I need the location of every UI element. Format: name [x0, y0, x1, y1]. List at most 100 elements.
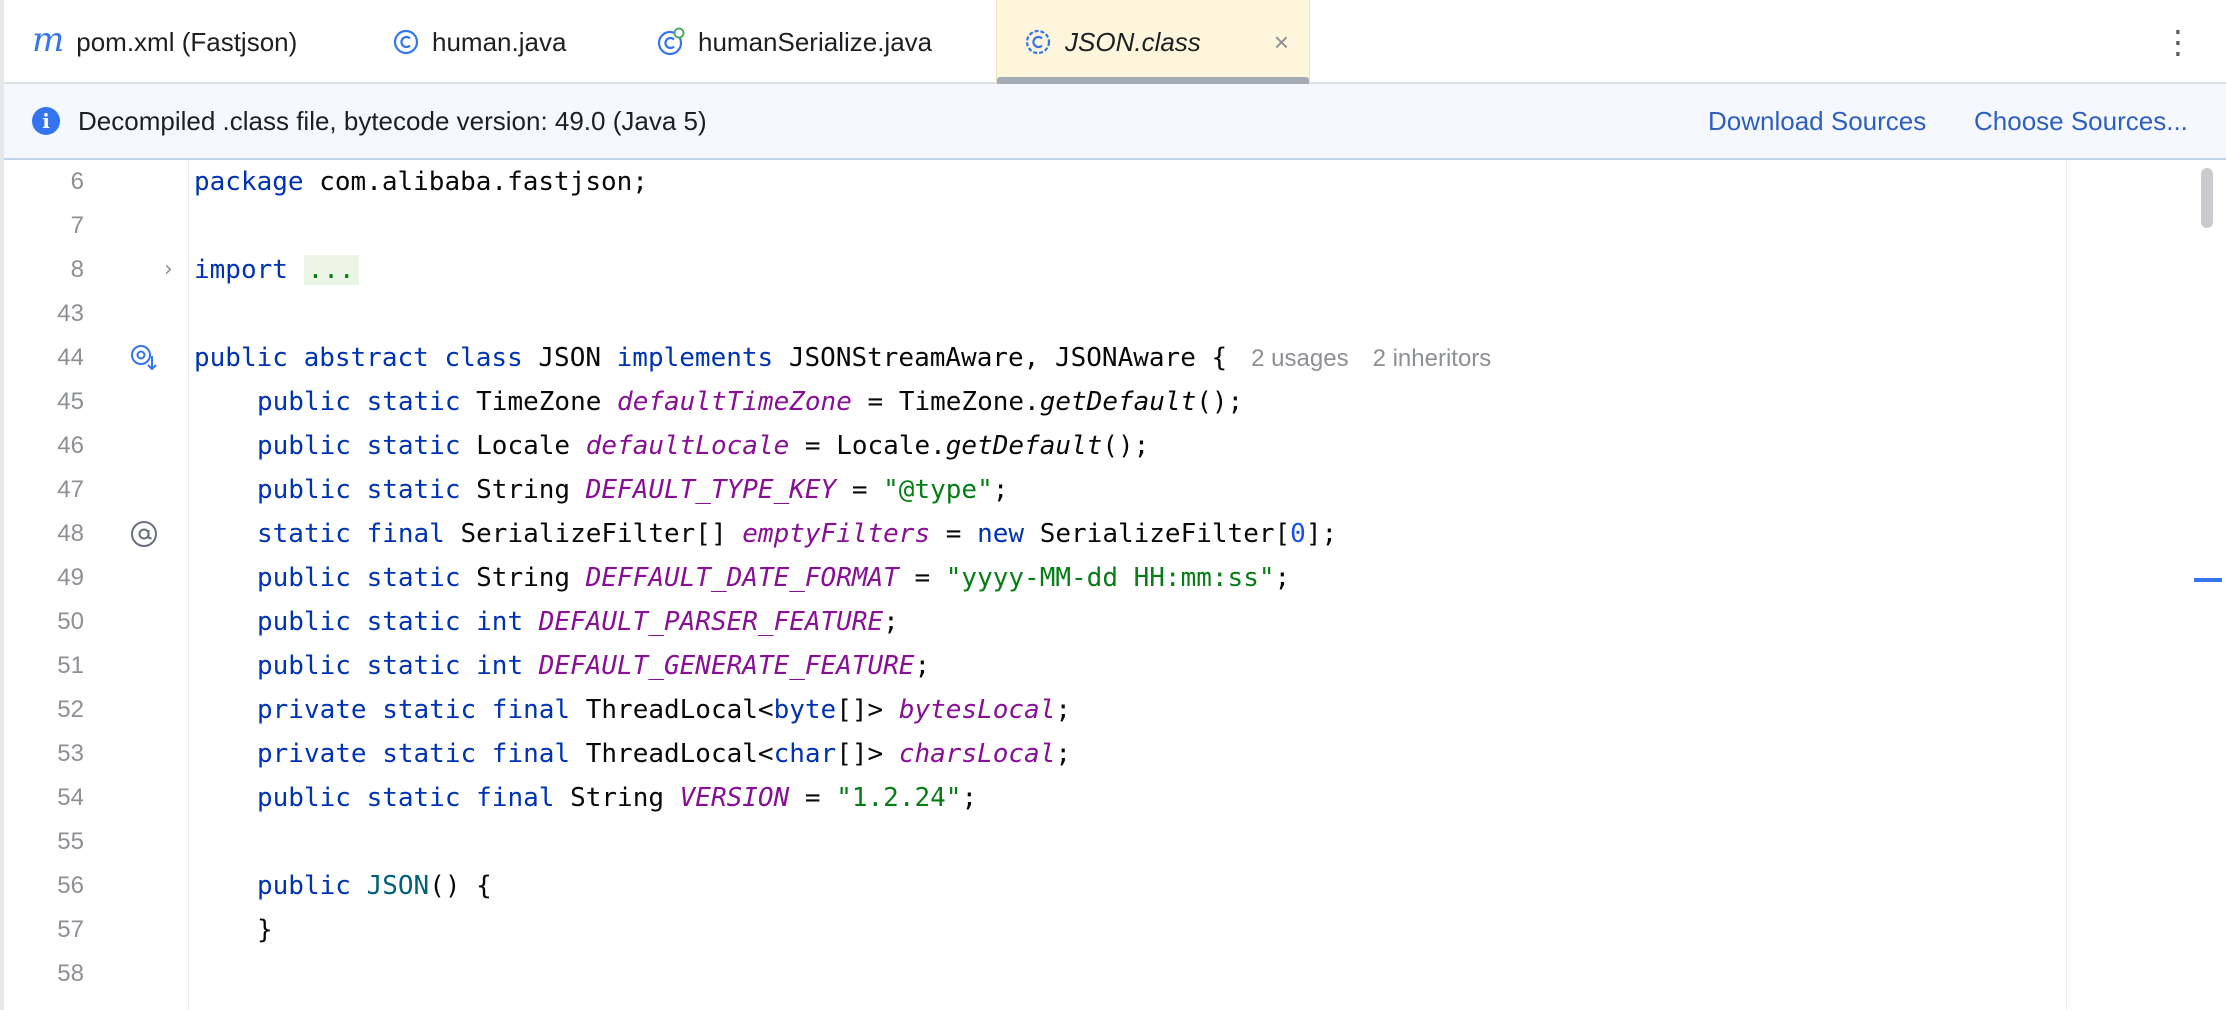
editor-window: m pom.xml (Fastjson) human.java humanSer… [0, 0, 2226, 1010]
field-name: DEFAULT_GENERATE_FEATURE [538, 651, 915, 681]
code-token: com.alibaba.fastjson; [303, 167, 648, 197]
usages-hint[interactable]: 2 usages [1251, 345, 1348, 372]
keyword: public static [257, 387, 461, 417]
line-number: 8 [70, 256, 84, 283]
banner-message: Decompiled .class file, bytecode version… [78, 105, 707, 136]
code-token: ; [1274, 563, 1291, 593]
code-token: JSONStreamAware, JSONAware { [773, 343, 1228, 373]
field-name: DEFFAULT_DATE_FORMAT [585, 563, 899, 593]
keyword: import [194, 255, 288, 285]
code-line: 50 public static int DEFAULT_PARSER_FEAT… [4, 600, 2066, 644]
code-token: () { [429, 871, 492, 901]
tab-label: humanSerialize.java [698, 26, 933, 57]
code-line: 44 public abstract class JSON implements… [4, 336, 2066, 380]
code-text: private static final ThreadLocal<byte[]>… [257, 688, 1071, 732]
code-token: (); [1196, 387, 1244, 417]
code-text: import ... [194, 248, 359, 292]
type: String [460, 563, 586, 593]
choose-sources-link[interactable]: Choose Sources... [1974, 106, 2188, 137]
keyword: package [194, 167, 304, 197]
method-name: getDefault [1039, 387, 1197, 417]
close-icon[interactable]: × [1274, 27, 1289, 58]
type: String [554, 783, 680, 813]
line-number: 53 [57, 740, 84, 767]
field-name: VERSION [679, 783, 790, 813]
class-c-decompiled-icon [1023, 27, 1053, 57]
maven-m-icon: m [32, 20, 65, 60]
line-number: 45 [57, 388, 84, 415]
folded-imports[interactable]: ... [303, 255, 359, 285]
code-token: = Locale. [789, 431, 946, 461]
code-line: 7 [4, 204, 2066, 248]
keyword: public static [257, 475, 461, 505]
tab-human-java[interactable]: human.java [392, 0, 566, 84]
line-number: 49 [57, 564, 84, 591]
keyword: byte [773, 695, 837, 725]
keyword: public static [257, 563, 461, 593]
code-text: public static TimeZone defaultTimeZone =… [257, 380, 1243, 424]
code-line: 56 public JSON() { [4, 864, 2066, 908]
code-text: public static final String VERSION = "1.… [257, 776, 977, 820]
implemented-down-icon[interactable] [128, 342, 160, 374]
keyword: private static final [257, 695, 571, 725]
code-line: 8 › import ... [4, 248, 2066, 292]
code-text: public static String DEFFAULT_DATE_FORMA… [257, 556, 1290, 600]
code-token: = [836, 475, 884, 505]
inheritors-hint[interactable]: 2 inheritors [1373, 345, 1492, 372]
code-line: 6 package com.alibaba.fastjson; [4, 160, 2066, 204]
type: TimeZone [460, 387, 618, 417]
line-number: 55 [57, 828, 84, 855]
keyword: new [977, 519, 1025, 549]
fold-chevron-icon[interactable]: › [164, 248, 173, 292]
type: String [460, 475, 586, 505]
active-tab-indicator [997, 77, 1309, 84]
line-number: 50 [57, 608, 84, 635]
code-editor[interactable]: 6 package com.alibaba.fastjson; 7 8 › im… [4, 160, 2226, 1010]
line-number: 43 [57, 300, 84, 327]
tab-label: human.java [432, 26, 567, 57]
tab-pom-xml[interactable]: m pom.xml (Fastjson) [32, 0, 297, 84]
more-options-icon[interactable]: ⋮ [2162, 22, 2194, 62]
line-number: 46 [57, 432, 84, 459]
info-icon: i [32, 107, 60, 135]
string-literal: "yyyy-MM-dd HH:mm:ss" [945, 563, 1275, 593]
type: ThreadLocal< [570, 739, 774, 769]
code-text: public JSON() { [257, 864, 492, 908]
field-name: defaultLocale [585, 431, 790, 461]
download-sources-link[interactable]: Download Sources [1708, 106, 1926, 137]
code-token: = [930, 519, 978, 549]
scrollbar-marker[interactable] [2194, 578, 2222, 582]
annotation-at-icon[interactable] [128, 518, 160, 550]
tab-bar: m pom.xml (Fastjson) human.java humanSer… [4, 0, 2226, 84]
code-line: 52 private static final ThreadLocal<byte… [4, 688, 2066, 732]
line-number: 47 [57, 476, 84, 503]
type: []> [836, 695, 899, 725]
code-line: 53 private static final ThreadLocal<char… [4, 732, 2066, 776]
keyword: public static final [257, 783, 555, 813]
code-token: ; [883, 607, 899, 637]
tab-human-serialize-java[interactable]: humanSerialize.java [656, 0, 932, 84]
code-token: } [257, 915, 273, 945]
keyword: public [257, 871, 351, 901]
field-name: emptyFilters [742, 519, 931, 549]
line-number: 57 [57, 916, 84, 943]
decompiled-banner: i Decompiled .class file, bytecode versi… [4, 84, 2226, 160]
vertical-scrollbar[interactable] [2201, 168, 2213, 228]
keyword: public static int [257, 651, 524, 681]
class-c-modified-icon [656, 27, 686, 57]
code-token: ; [961, 783, 978, 813]
keyword: implements [616, 343, 774, 373]
tab-label: pom.xml (Fastjson) [76, 26, 298, 57]
tab-label: JSON.class [1065, 26, 1201, 57]
line-number: 52 [57, 696, 84, 723]
code-line: 57 } [4, 908, 2066, 952]
constructor-name: JSON [366, 871, 430, 901]
tab-json-class[interactable]: JSON.class × [996, 0, 1310, 84]
code-token: ]; [1305, 519, 1338, 549]
line-number: 51 [57, 652, 84, 679]
code-line: 49 public static String DEFFAULT_DATE_FO… [4, 556, 2066, 600]
code-text: } [257, 908, 273, 952]
code-line: 46 public static Locale defaultLocale = … [4, 424, 2066, 468]
line-number: 54 [57, 784, 84, 811]
minimap-separator [2066, 160, 2067, 1010]
